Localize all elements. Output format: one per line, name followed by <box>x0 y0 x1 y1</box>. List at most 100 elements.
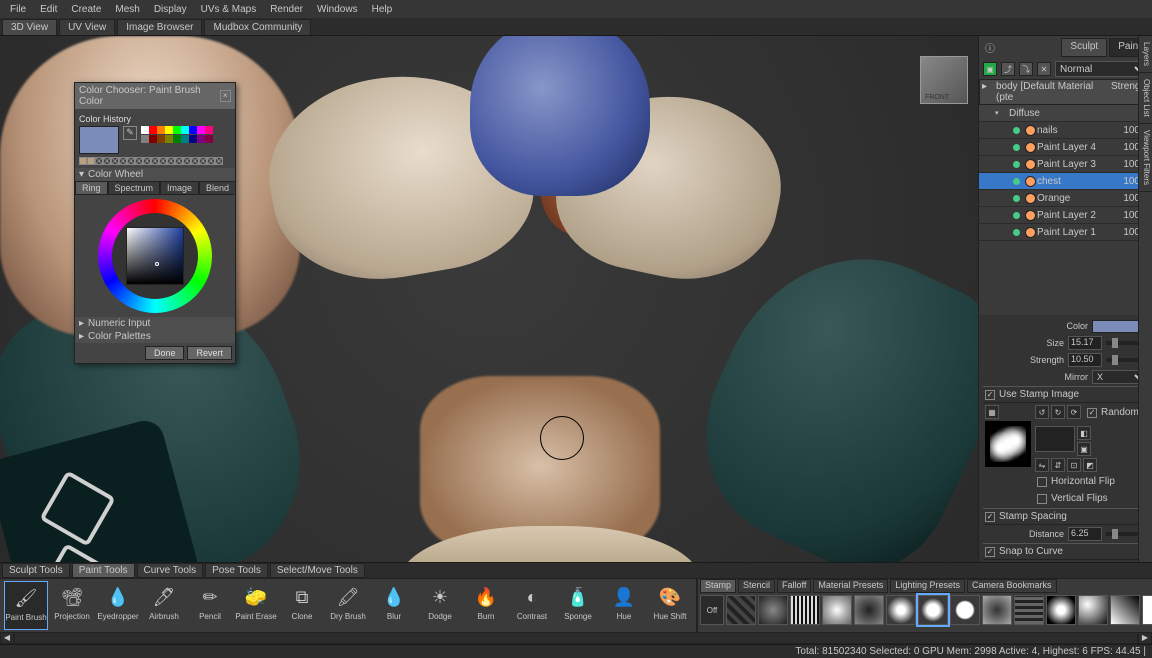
tool-hue[interactable]: 👤Hue <box>602 581 646 630</box>
stamp-opt-1-icon[interactable]: ◧ <box>1077 426 1091 440</box>
tray-tab-stencil[interactable]: Stencil <box>738 579 775 593</box>
stamp-flip-h-icon[interactable]: ⇋ <box>1035 458 1049 472</box>
tool-dry-brush[interactable]: 🖍Dry Brush <box>326 581 370 630</box>
stamp-thumb-10[interactable] <box>1046 595 1076 625</box>
tray-tab-camera-bookmarks[interactable]: Camera Bookmarks <box>967 579 1057 593</box>
history-slot[interactable] <box>111 157 119 165</box>
tool-blur[interactable]: 💧Blur <box>372 581 416 630</box>
history-slot[interactable] <box>191 157 199 165</box>
history-slot[interactable] <box>167 157 175 165</box>
tray-tab-material-presets[interactable]: Material Presets <box>813 579 888 593</box>
close-icon[interactable]: × <box>220 90 231 102</box>
tab-sculpt-tools[interactable]: Sculpt Tools <box>2 563 70 578</box>
stamp-thumb-2[interactable] <box>790 595 820 625</box>
palette-swatch[interactable] <box>197 135 205 143</box>
tool-airbrush[interactable]: 🖊Airbrush <box>142 581 186 630</box>
tab-uv-view[interactable]: UV View <box>59 19 115 35</box>
stamp-off-button[interactable]: Off <box>700 595 724 625</box>
menu-windows[interactable]: Windows <box>311 2 364 17</box>
wheel-tab-image[interactable]: Image <box>160 181 199 195</box>
import-layer-icon[interactable]: ⤵ <box>1019 62 1033 76</box>
size-input[interactable]: 15.17 <box>1068 336 1102 350</box>
history-slot[interactable] <box>159 157 167 165</box>
stamp-thumb-0[interactable] <box>726 595 756 625</box>
palette-swatch[interactable] <box>173 126 181 134</box>
palette-swatch[interactable] <box>189 135 197 143</box>
stamp-invert-icon[interactable]: ◩ <box>1083 458 1097 472</box>
sv-picker[interactable] <box>126 227 184 285</box>
stamp-flip-v-icon[interactable]: ⇵ <box>1051 458 1065 472</box>
palette-swatch[interactable] <box>205 126 213 134</box>
mode-tab-sculpt[interactable]: Sculpt <box>1061 38 1107 57</box>
revert-button[interactable]: Revert <box>187 346 232 360</box>
tab-mudbox-community[interactable]: Mudbox Community <box>204 19 311 35</box>
tab-paint-tools[interactable]: Paint Tools <box>72 563 135 578</box>
history-slot[interactable] <box>215 157 223 165</box>
palette-swatch[interactable] <box>189 126 197 134</box>
wheel-tab-blend[interactable]: Blend <box>199 181 236 195</box>
tool-paint-erase[interactable]: 🧽Paint Erase <box>234 581 278 630</box>
history-slot[interactable] <box>175 157 183 165</box>
menu-render[interactable]: Render <box>264 2 309 17</box>
stamp-spacing-checkbox[interactable]: ✓ <box>985 512 995 522</box>
tray-tab-falloff[interactable]: Falloff <box>777 579 811 593</box>
tool-dodge[interactable]: ☀Dodge <box>418 581 462 630</box>
tool-sponge[interactable]: 🧴Sponge <box>556 581 600 630</box>
tray-tab-stamp[interactable]: Stamp <box>700 579 736 593</box>
wheel-tab-spectrum[interactable]: Spectrum <box>108 181 161 195</box>
horizontal-scrollbar[interactable]: ◀ ▶ <box>0 632 1152 644</box>
stamp-rotate-ccw-icon[interactable]: ↺ <box>1035 405 1049 419</box>
history-slot[interactable] <box>127 157 135 165</box>
side-tab-layers[interactable]: Layers <box>1139 36 1152 73</box>
blend-mode-select[interactable]: Normal <box>1055 61 1148 77</box>
history-slot[interactable] <box>151 157 159 165</box>
tab-image-browser[interactable]: Image Browser <box>117 19 202 35</box>
menu-file[interactable]: File <box>4 2 32 17</box>
wheel-tab-ring[interactable]: Ring <box>75 181 108 195</box>
view-cube[interactable]: FRONT <box>920 56 968 104</box>
tool-paint-brush[interactable]: 🖌Paint Brush <box>4 581 48 630</box>
palette-swatch[interactable] <box>165 135 173 143</box>
history-slot[interactable] <box>207 157 215 165</box>
tool-burn[interactable]: 🔥Burn <box>464 581 508 630</box>
palette-swatch[interactable] <box>165 126 173 134</box>
layer-row-paint-layer-1[interactable]: Paint Layer 1100 <box>979 224 1152 241</box>
scroll-right-icon[interactable]: ▶ <box>1138 632 1152 644</box>
side-tab-viewport-filters[interactable]: Viewport Filters <box>1139 124 1152 192</box>
palette-swatch[interactable] <box>157 135 165 143</box>
current-color-swatch[interactable] <box>79 126 119 154</box>
layer-row-orange[interactable]: Orange100 <box>979 190 1152 207</box>
tool-eyedropper[interactable]: 💧Eyedropper <box>96 581 140 630</box>
hue-wheel[interactable] <box>98 199 212 313</box>
stamp-reset-icon[interactable]: ⟳ <box>1067 405 1081 419</box>
tool-clone[interactable]: ⧉Clone <box>280 581 324 630</box>
side-tab-object-list[interactable]: Object List <box>1139 73 1152 124</box>
tab-3d-view[interactable]: 3D View <box>2 19 57 35</box>
menu-edit[interactable]: Edit <box>34 2 63 17</box>
stamp-rotate-cw-icon[interactable]: ↻ <box>1051 405 1065 419</box>
stamp-thumb-9[interactable] <box>1014 595 1044 625</box>
tool-contrast[interactable]: ◐Contrast <box>510 581 554 630</box>
palette-swatch[interactable] <box>149 126 157 134</box>
history-slot[interactable] <box>183 157 191 165</box>
palette-swatch[interactable] <box>157 126 165 134</box>
history-slot[interactable] <box>79 157 87 165</box>
history-slot[interactable] <box>199 157 207 165</box>
tool-hue-shift[interactable]: 🎨Hue Shift <box>648 581 692 630</box>
palette-swatch[interactable] <box>141 135 149 143</box>
history-slot[interactable] <box>135 157 143 165</box>
layer-row-paint-layer-4[interactable]: Paint Layer 4100 <box>979 139 1152 156</box>
layer-row-paint-layer-2[interactable]: Paint Layer 2100 <box>979 207 1152 224</box>
stamp-thumb-7[interactable] <box>950 595 980 625</box>
stamp-thumb-5[interactable] <box>886 595 916 625</box>
stamp-thumb-11[interactable] <box>1078 595 1108 625</box>
tab-curve-tools[interactable]: Curve Tools <box>137 563 204 578</box>
menu-display[interactable]: Display <box>148 2 193 17</box>
history-slot[interactable] <box>95 157 103 165</box>
menu-create[interactable]: Create <box>65 2 107 17</box>
stamp-thumb-8[interactable] <box>982 595 1012 625</box>
history-slot[interactable] <box>119 157 127 165</box>
palette-swatch[interactable] <box>173 135 181 143</box>
stamp-thumb-13[interactable] <box>1142 595 1152 625</box>
stamp-thumb-12[interactable] <box>1110 595 1140 625</box>
